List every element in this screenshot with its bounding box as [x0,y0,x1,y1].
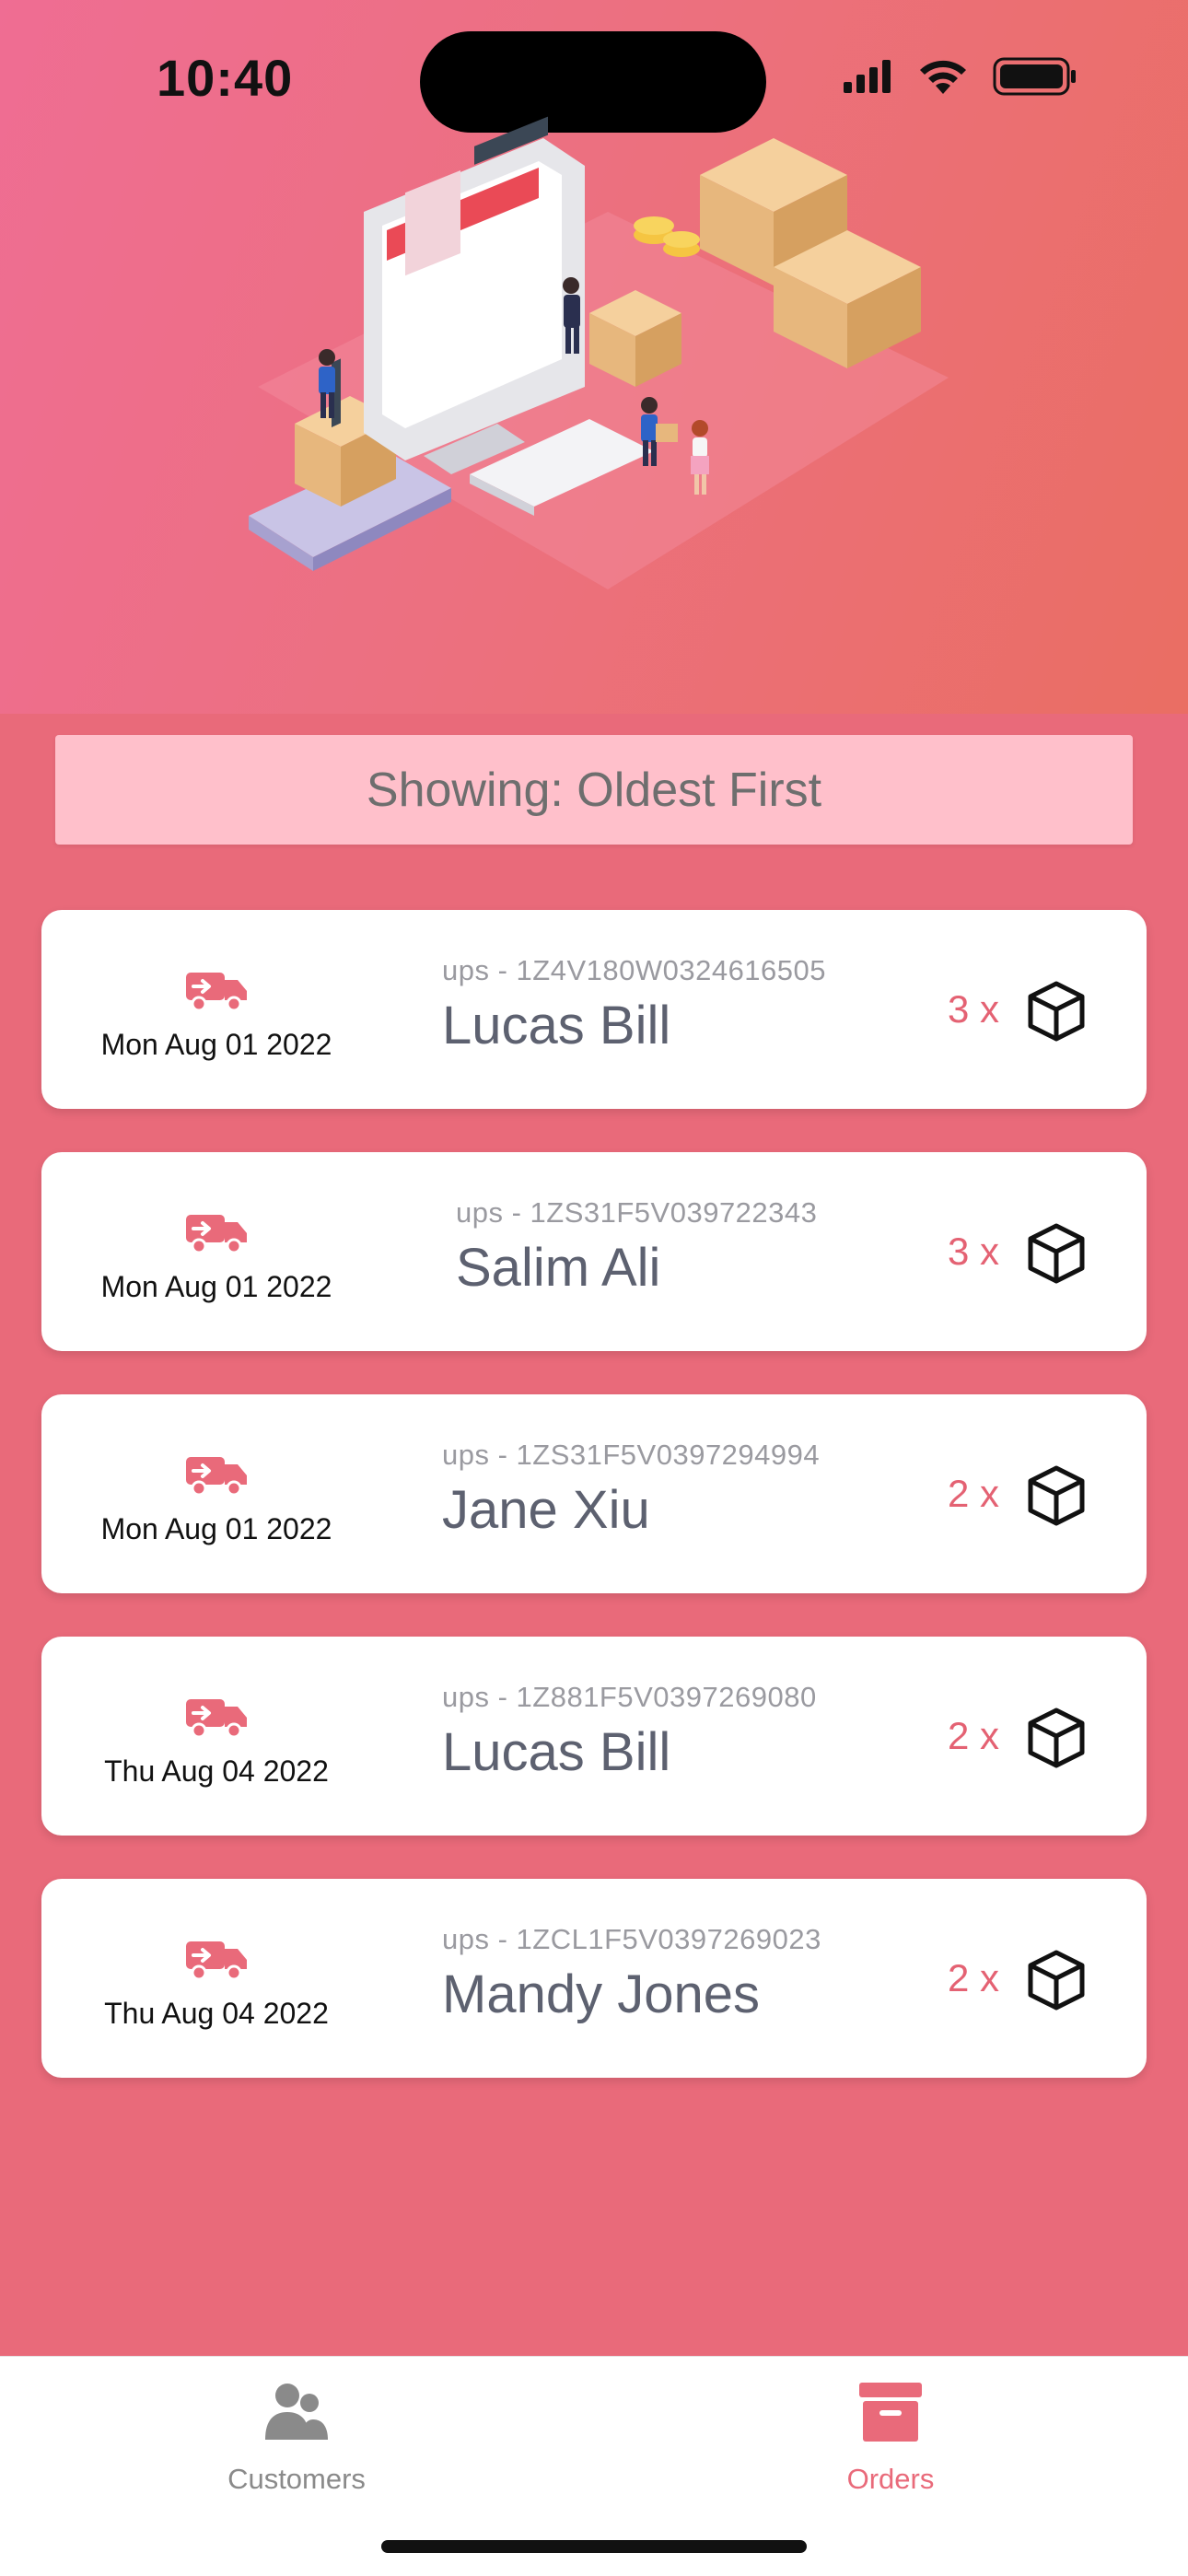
order-date-block: Mon Aug 01 2022 [41,910,391,1109]
order-card[interactable]: Mon Aug 01 2022 ups - 1ZS31F5V039722343 … [41,1152,1147,1351]
orders-list: Mon Aug 01 2022 ups - 1Z4V180W0324616505… [41,910,1147,2121]
sort-order-banner[interactable]: Showing: Oldest First [55,735,1133,845]
customers-icon [265,2384,328,2440]
customer-name: Jane Xiu [442,1480,650,1540]
customer-name: Lucas Bill [442,1722,671,1782]
item-quantity: 3 x [947,1230,999,1273]
truck-icon [186,1215,247,1253]
item-quantity: 2 x [947,1956,999,1999]
order-date-block: Thu Aug 04 2022 [41,1879,391,2078]
order-date: Thu Aug 04 2022 [104,1754,329,1788]
hero-header: 10:40 [0,0,1188,714]
truck-icon [186,1699,247,1738]
order-date: Mon Aug 01 2022 [100,1512,332,1545]
box-icon [1028,1708,1085,1768]
tab-customers-label: Customers [227,2463,366,2495]
tracking-number: ups - 1Z881F5V0397269080 [442,1681,817,1713]
home-indicator[interactable] [381,2540,807,2553]
order-card[interactable]: Mon Aug 01 2022 ups - 1Z4V180W0324616505… [41,910,1147,1109]
order-date-block: Mon Aug 01 2022 [41,1152,391,1351]
order-date: Mon Aug 01 2022 [100,1028,332,1061]
box-icon [1028,1223,1085,1284]
order-card[interactable]: Thu Aug 04 2022 ups - 1ZCL1F5V0397269023… [41,1879,1147,2078]
customer-name: Salim Ali [456,1238,661,1298]
warehouse-illustration [249,116,949,589]
sort-order-label: Showing: Oldest First [366,763,822,817]
tab-orders-label: Orders [846,2463,935,2495]
status-icons [842,57,1077,96]
orders-icon [859,2383,922,2442]
box-icon [1028,1465,1085,1526]
wifi-icon [920,60,966,94]
box-icon [1028,1950,1085,2011]
customer-name: Lucas Bill [442,996,671,1055]
order-date: Thu Aug 04 2022 [104,1997,329,2030]
signal-icon [844,60,891,93]
tab-customers[interactable]: Customers [158,2375,435,2496]
truck-icon [186,1941,247,1980]
order-date: Mon Aug 01 2022 [100,1270,332,1303]
tab-orders[interactable]: Orders [752,2375,1029,2496]
order-card[interactable]: Thu Aug 04 2022 ups - 1Z881F5V0397269080… [41,1637,1147,1836]
tracking-number: ups - 1ZS31F5V0397294994 [442,1439,821,1471]
order-date-block: Mon Aug 01 2022 [41,1394,391,1593]
box-icon [1028,981,1085,1042]
status-time: 10:40 [157,49,294,107]
truck-icon [186,973,247,1011]
customer-name: Mandy Jones [442,1964,760,2024]
item-quantity: 2 x [947,1472,999,1515]
order-card[interactable]: Mon Aug 01 2022 ups - 1ZS31F5V0397294994… [41,1394,1147,1593]
tracking-number: ups - 1ZCL1F5V0397269023 [442,1923,821,1955]
tracking-number: ups - 1Z4V180W0324616505 [442,954,827,986]
item-quantity: 2 x [947,1714,999,1757]
truck-icon [186,1457,247,1496]
tracking-number: ups - 1ZS31F5V039722343 [456,1196,818,1229]
battery-icon [993,57,1076,96]
item-quantity: 3 x [947,987,999,1031]
order-date-block: Thu Aug 04 2022 [41,1637,391,1836]
